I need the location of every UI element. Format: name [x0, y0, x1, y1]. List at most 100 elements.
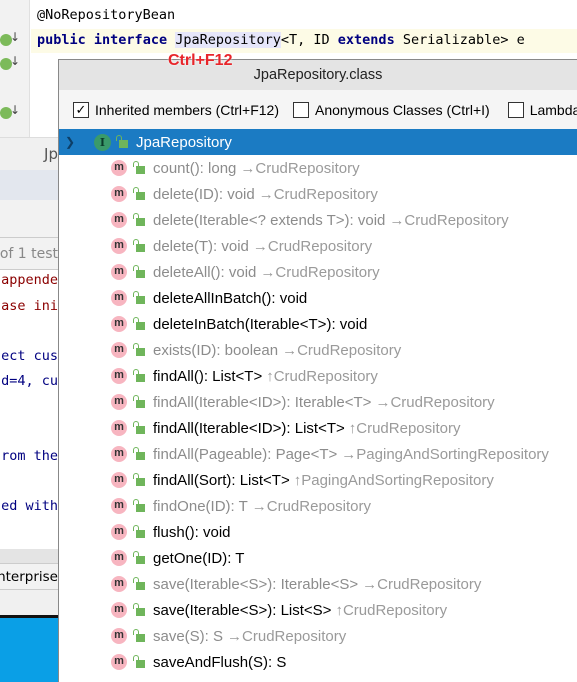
member-signature: deleteAll(): void	[153, 263, 257, 281]
method-icon: m	[111, 394, 127, 410]
member-origin: →PagingAndSortingRepository	[341, 445, 549, 463]
member-item[interactable]: m findAll(Sort): List<T> ↑PagingAndSorting…	[59, 467, 577, 493]
file-structure-popup: JpaRepository.class ✓ Inherited members (…	[58, 59, 577, 682]
checkbox[interactable]	[507, 101, 524, 118]
console-line: ect cus	[0, 348, 58, 364]
console-text: appende	[1, 272, 58, 288]
member-item[interactable]: m findAll(Iterable<ID>): List<T> ↑CrudRepo…	[59, 415, 577, 441]
method-icon: m	[111, 264, 127, 280]
console-text: d=4, cu	[1, 373, 58, 389]
public-lock-icon	[133, 369, 145, 383]
chevron-down-icon[interactable]: ❯	[65, 135, 87, 149]
member-signature: save(S): S	[153, 627, 224, 645]
member-item[interactable]: m save(Iterable<S>): List<S> ↑CrudReposito…	[59, 597, 577, 623]
public-lock-icon	[133, 447, 145, 461]
member-origin: →CrudRepository	[260, 263, 380, 281]
method-icon: m	[111, 550, 127, 566]
console-line: d=4, cu	[0, 373, 58, 389]
checkbox[interactable]: ✓	[73, 101, 89, 118]
member-item[interactable]: m save(Iterable<S>): Iterable<S> →CrudRepo…	[59, 571, 577, 597]
public-lock-icon	[133, 291, 145, 305]
lambda-checkbox[interactable]: Lambda	[507, 101, 577, 118]
public-lock-icon	[133, 187, 145, 201]
method-icon: m	[111, 654, 127, 670]
member-signature: findAll(Iterable<ID>): Iterable<T>	[153, 393, 372, 411]
keyword: public	[37, 32, 86, 48]
member-item[interactable]: m delete(T): void →CrudRepository	[59, 233, 577, 259]
taskbar	[0, 615, 58, 682]
member-item[interactable]: m deleteAll(): void →CrudRepository	[59, 259, 577, 285]
implemented-icon[interactable]	[0, 54, 20, 70]
member-item[interactable]: m delete(Iterable<? extends T>): void →Cru…	[59, 207, 577, 233]
method-icon: m	[111, 160, 127, 176]
member-item[interactable]: m saveAndFlush(S): S	[59, 649, 577, 675]
tab[interactable]: Jp	[44, 145, 58, 163]
member-item[interactable]: m findAll(Pageable): Page<T> →PagingAndSor…	[59, 441, 577, 467]
member-origin: ↑PagingAndSortingRepository	[293, 471, 494, 489]
member-signature: findAll(Sort): List<T>	[153, 471, 290, 489]
class-name[interactable]: JpaRepository	[175, 32, 281, 48]
console-text: ed with	[1, 498, 58, 514]
member-item[interactable]: m delete(ID): void →CrudRepository	[59, 181, 577, 207]
member-signature: findAll(Pageable): Page<T>	[153, 445, 338, 463]
member-item[interactable]: m exists(ID): boolean →CrudRepository	[59, 337, 577, 363]
method-icon: m	[111, 186, 127, 202]
inherited-members-checkbox[interactable]: ✓ Inherited members (Ctrl+F12)	[73, 101, 280, 118]
test-status: of 1 test	[0, 237, 58, 270]
console-line: ed with	[0, 498, 58, 514]
member-signature: deleteInBatch(Iterable<T>): void	[153, 315, 368, 333]
anonymous-classes-checkbox[interactable]: Anonymous Classes (Ctrl+I)	[293, 101, 490, 118]
method-icon: m	[111, 576, 127, 592]
public-lock-icon	[133, 317, 145, 331]
public-lock-icon	[133, 421, 145, 435]
public-lock-icon	[133, 213, 145, 227]
test-count: of 1 test	[0, 246, 58, 262]
console-line: appende	[0, 272, 58, 288]
member-item[interactable]: m deleteInBatch(Iterable<T>): void	[59, 311, 577, 337]
member-origin: →CrudRepository	[389, 211, 509, 229]
shortcut-hint: Ctrl+F12	[168, 52, 233, 69]
popup-title[interactable]: JpaRepository.class	[59, 60, 577, 90]
member-signature: delete(Iterable<? extends T>): void	[153, 211, 386, 229]
member-item[interactable]: m findOne(ID): T →CrudRepository	[59, 493, 577, 519]
annotation: @NoRepositoryBean	[37, 7, 176, 23]
public-lock-icon	[133, 551, 145, 565]
console-line: rom the	[0, 448, 58, 464]
code-line: public interface JpaRepository<T, ID ext…	[37, 32, 525, 48]
member-signature: saveAndFlush(S): S	[153, 653, 287, 671]
member-item[interactable]: m deleteAllInBatch(): void	[59, 285, 577, 311]
member-item[interactable]: m save(S): S →CrudRepository	[59, 623, 577, 649]
checkbox-label: Inherited members (Ctrl+F12)	[95, 101, 280, 118]
interface-icon: I	[94, 133, 111, 151]
method-icon: m	[111, 290, 127, 306]
member-signature: exists(ID): boolean	[153, 341, 279, 359]
console-text: rom the	[1, 448, 58, 464]
member-item[interactable]: m findAll(Iterable<ID>): Iterable<T> →Crud…	[59, 389, 577, 415]
member-signature: delete(T): void	[153, 237, 249, 255]
member-item[interactable]: m findAll(): List<T> ↑CrudRepository	[59, 363, 577, 389]
member-origin: →CrudRepository	[251, 497, 371, 515]
method-icon: m	[111, 498, 127, 514]
public-lock-icon	[133, 655, 145, 669]
method-icon: m	[111, 602, 127, 618]
member-origin: →CrudRepository	[240, 159, 360, 177]
tree-root-item[interactable]: ❯ I JpaRepository	[59, 129, 577, 155]
checkbox[interactable]	[293, 101, 310, 118]
member-item[interactable]: m count(): long →CrudRepository	[59, 155, 577, 181]
code: Serializable> e	[394, 32, 525, 48]
implemented-icon[interactable]	[0, 30, 20, 46]
member-signature: count(): long	[153, 159, 237, 177]
public-lock-icon	[133, 239, 145, 253]
public-lock-icon	[133, 525, 145, 539]
member-signature: flush(): void	[153, 523, 231, 541]
member-item[interactable]: m getOne(ID): T	[59, 545, 577, 571]
method-icon: m	[111, 628, 127, 644]
public-lock-icon	[133, 343, 145, 357]
member-origin: ↑CrudRepository	[266, 367, 378, 385]
public-lock-icon	[133, 499, 145, 513]
public-lock-icon	[133, 473, 145, 487]
implemented-icon[interactable]	[0, 103, 20, 119]
public-lock-icon	[133, 265, 145, 279]
code: <T, ID	[280, 32, 338, 48]
member-item[interactable]: m flush(): void	[59, 519, 577, 545]
